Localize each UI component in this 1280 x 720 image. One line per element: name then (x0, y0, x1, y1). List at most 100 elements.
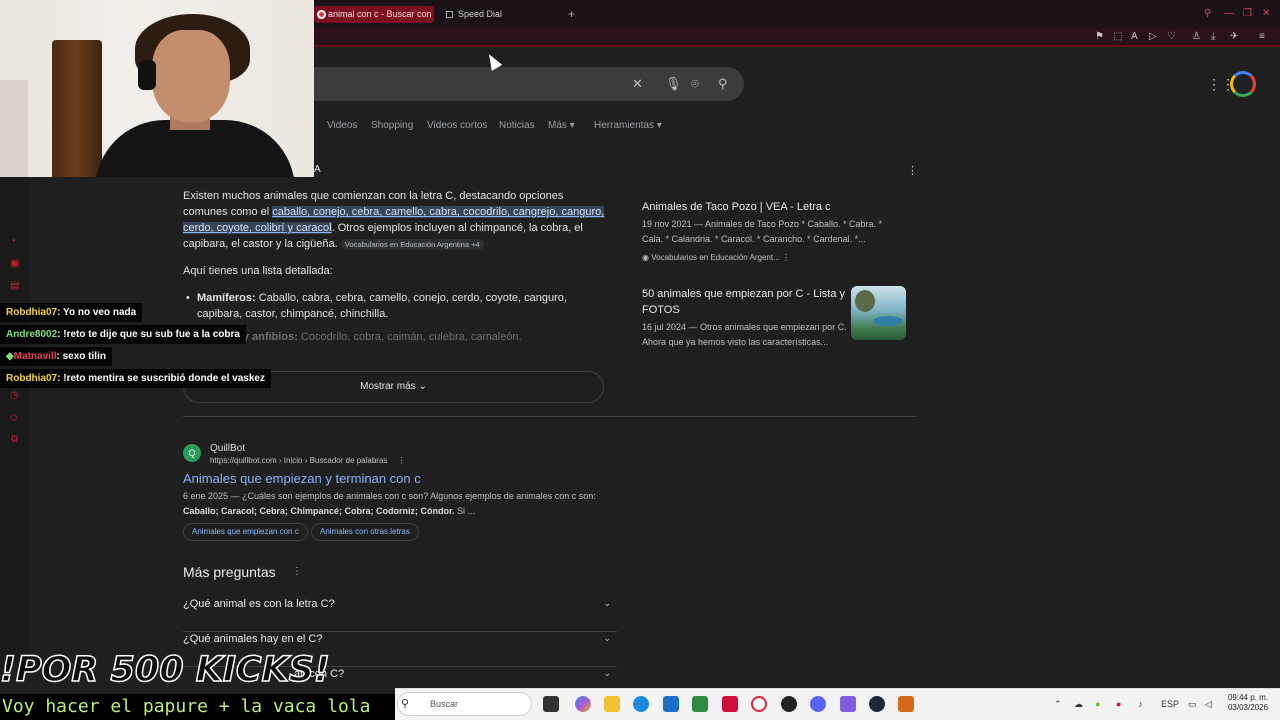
tab-active-search[interactable]: animal con c - Buscar con (314, 6, 434, 23)
background-door (0, 80, 28, 177)
menu-icon[interactable]: ≡ (1259, 31, 1265, 42)
cloud-icon[interactable]: ☁ (1074, 699, 1083, 710)
side-card-snippet: 19 nov 2021 — Animales de Taco Pozo * Ca… (642, 219, 882, 244)
chevron-down-icon: ⌄ (418, 381, 427, 392)
goal-text: Voy hacer el papure + la vaca lola (0, 694, 395, 720)
app-icon[interactable] (722, 696, 738, 712)
tab-noticias[interactable]: Noticias (499, 120, 535, 131)
tab-mas[interactable]: Más ▾ (548, 120, 575, 131)
side-card-source[interactable]: ◉ Vocabularios en Educación Argent... ⋮ (642, 253, 812, 262)
snapshot-icon[interactable]: ⬚ (1113, 31, 1122, 42)
related-pill[interactable]: Animales que empiezan con c (183, 523, 308, 541)
restore-icon[interactable]: ❐ (1243, 8, 1252, 19)
steam-icon[interactable] (869, 696, 885, 712)
side-card-title[interactable]: 50 animales que empiezan por C - Lista y… (642, 286, 847, 318)
clear-icon[interactable]: ✕ (632, 76, 643, 92)
account-icon[interactable]: ♙ (1192, 31, 1201, 42)
tab-videos[interactable]: Videos (327, 120, 357, 131)
mammals-label: Mamíferos: (197, 292, 256, 304)
list-item-mammals: • Mamíferos: Caballo, cabra, cebra, camel… (186, 290, 611, 322)
chat-text: : sexo tilin (56, 351, 106, 362)
bookmark-icon[interactable]: ⚑ (1095, 31, 1104, 42)
heart-icon[interactable]: ♡ (1167, 31, 1176, 42)
edge-icon[interactable] (633, 696, 649, 712)
language-indicator[interactable]: ESP (1161, 699, 1179, 709)
search-icon[interactable]: ⚲ (718, 76, 728, 92)
paa-question[interactable]: ¿Qué animal es con la letra C? ⌄ (183, 597, 617, 632)
tab-videos-cortos[interactable]: Videos cortos (427, 120, 487, 131)
app-icon[interactable] (898, 696, 914, 712)
tab-herramientas[interactable]: Herramientas ▾ (594, 120, 662, 131)
chevron-up-icon[interactable]: ⌃ (1054, 699, 1062, 710)
more-options-icon[interactable]: ⋮ (292, 566, 302, 577)
side-card-snippet: 16 jul 2024 — Otros animales que empieza… (642, 322, 847, 347)
search-tabs-icon[interactable]: ⚲ (1204, 8, 1211, 19)
play-icon[interactable]: ▷ (1149, 31, 1157, 42)
message-icon[interactable]: ▤ (10, 280, 22, 292)
tray-app-icon[interactable]: ● (1116, 699, 1121, 709)
more-options-icon[interactable]: ⋮ (782, 253, 790, 262)
taskbar-search[interactable]: ⚲ Buscar (397, 692, 532, 716)
result-url-text: https://quillbot.com › Inicio › Buscador… (210, 456, 388, 465)
chat-text: : Yo no veo nada (57, 307, 137, 318)
search-icon: ⚲ (401, 698, 410, 710)
lens-icon[interactable]: ⌾ (691, 76, 699, 92)
chat-user: Matnavill (13, 351, 57, 362)
discord-icon[interactable] (810, 696, 826, 712)
side-card-title[interactable]: Animales de Taco Pozo | VEA - Letra c (642, 199, 902, 215)
microphone-icon[interactable]: ♪ (1138, 699, 1143, 709)
app-icon[interactable] (692, 696, 708, 712)
download-icon[interactable]: ⤓ (1211, 31, 1215, 42)
more-options-icon[interactable]: ⋮ (907, 164, 918, 177)
clock[interactable]: 09:44 p. m. 03/03/2026 (1226, 693, 1268, 713)
taskbar-search-placeholder: Buscar (430, 699, 459, 709)
source-favicon-icon: ◉ (642, 253, 649, 262)
tab-speed-dial[interactable]: Speed Dial (444, 6, 554, 23)
extensions-icon[interactable]: ◇ (10, 412, 22, 424)
quillbot-logo-icon: Q (183, 444, 201, 462)
speed-dial-icon (446, 11, 453, 18)
new-tab-icon[interactable]: + (568, 7, 575, 21)
aria-icon[interactable]: ◔ (10, 236, 22, 248)
opera-icon[interactable] (751, 696, 767, 712)
side-card-thumbnail[interactable] (851, 286, 906, 340)
task-view-icon[interactable] (543, 696, 559, 712)
display-icon[interactable]: ▭ (1188, 699, 1197, 710)
translate-icon[interactable]: A (1131, 31, 1138, 42)
avatar[interactable] (1230, 71, 1256, 97)
kicks-banner: !POR 500 KICKS! (0, 649, 331, 691)
result-url: https://quillbot.com › Inicio › Buscador… (210, 456, 406, 465)
tab-shopping[interactable]: Shopping (371, 120, 413, 131)
result-snippet: 6 ene 2025 — ¿Cuáles son ejemplos de ani… (183, 489, 603, 519)
file-explorer-icon[interactable] (604, 696, 620, 712)
chevron-down-icon: ⌄ (603, 633, 611, 643)
volume-icon[interactable]: ◁ (1205, 699, 1212, 710)
minimize-icon[interactable]: — (1224, 8, 1234, 19)
ai-overview-header: A (314, 164, 321, 175)
chat-message: Robdhia07: !reto mentira se suscribió do… (0, 369, 271, 388)
list-intro: Aquí tienes una lista detallada: (183, 265, 333, 277)
tray-app-icon[interactable]: ● (1095, 699, 1100, 709)
related-pill[interactable]: Animales con otras letras (311, 523, 419, 541)
app-icon[interactable] (840, 696, 856, 712)
chat-user: Robdhia07 (6, 373, 58, 384)
source-chip[interactable]: Vocabularios en Educación Argentina +4 (340, 239, 484, 250)
bullet: • (186, 292, 190, 304)
history-icon[interactable]: ◷ (10, 390, 22, 402)
list-item-reptiles: Reptiles y anfibios: Cocodrilo, cobra, c… (186, 329, 611, 345)
divider (183, 416, 917, 417)
microphone-icon[interactable]: 🎙 (665, 76, 682, 92)
chat-text: : !reto te dije que su sub fue a la cobr… (57, 329, 240, 340)
result-title-link[interactable]: Animales que empiezan y terminan con c (183, 471, 421, 486)
badge-icon: ◆ (6, 351, 14, 362)
settings-icon[interactable]: ⚙ (10, 434, 22, 446)
webcam-feed (0, 0, 314, 177)
bag-icon[interactable]: ▣ (10, 258, 22, 270)
obs-icon[interactable] (781, 696, 797, 712)
copilot-icon[interactable] (575, 696, 591, 712)
aria-ai-icon[interactable]: ✈ (1230, 31, 1238, 42)
more-options-icon[interactable]: ⋮ (398, 456, 406, 465)
store-icon[interactable] (663, 696, 679, 712)
close-icon[interactable]: ✕ (1262, 8, 1270, 19)
ai-overview-intro: Existen muchos animales que comienzan co… (183, 188, 608, 253)
